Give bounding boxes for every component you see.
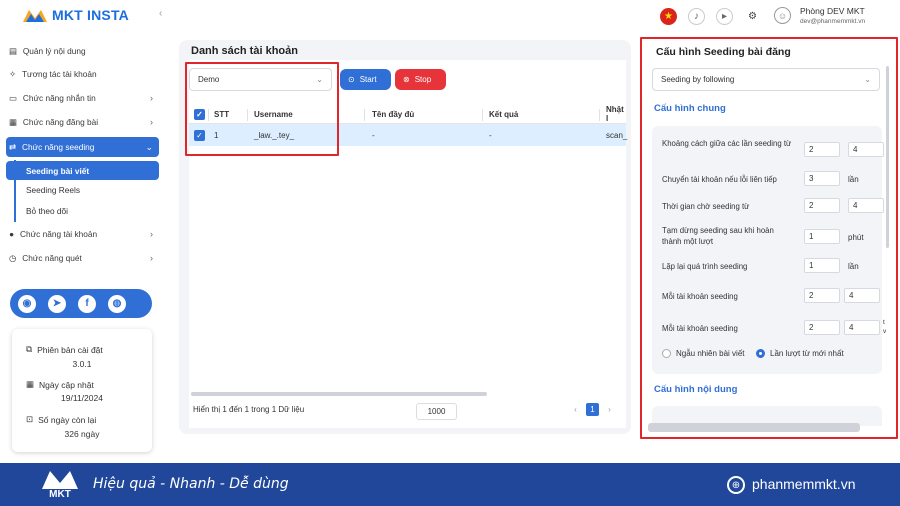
stop-label: Stop [414,75,432,84]
chevron-right-icon: › [150,229,153,239]
bell-icon[interactable]: ♪ [688,8,705,25]
sidebar-item-label: Chức năng tài khoản [20,229,98,239]
pagination-info: Hiển thị 1 đến 1 trong 1 Dữ liệu [193,405,305,414]
days-value: 326 ngày [64,429,100,439]
stop-circle-icon: ⊗ [403,75,410,84]
next-page-icon[interactable]: › [603,403,616,416]
telegram-icon[interactable]: ➤ [48,294,66,313]
days-icon: ⊡ [26,414,34,424]
chevron-right-icon: › [150,93,153,103]
prev-page-icon[interactable]: ‹ [569,403,582,416]
play-icon[interactable]: ▸ [716,8,733,25]
sidebar-item-label: Chức năng quét [22,253,82,263]
info-card: ⧉ Phiên bản cài đặt 3.0.1 ▦ Ngày cập nhậ… [12,329,152,452]
play-circle-icon: ⊙ [348,75,355,84]
app-logo-text: MKT INSTA [52,7,129,23]
mkt-banner-logo: MKT [40,467,80,503]
sidebar-item-messaging[interactable]: ▭ Chức năng nhắn tin › [9,89,159,107]
chevron-down-icon: ⌄ [145,141,153,152]
highlight-box-accounts [185,62,339,156]
start-label: Start [359,75,377,84]
sidebar-subitem-unfollow[interactable]: Bỏ theo dõi [26,203,68,219]
globe-icon: ⊕ [727,476,745,494]
banner-website: phanmemmkt.vn [752,476,856,492]
days-label: Số ngày còn lại [38,414,97,425]
banner-slogan: Hiệu quả - Nhanh - Dễ dùng [93,476,289,492]
calendar-icon: ▦ [9,117,17,127]
calendar-icon: ▦ [26,379,35,389]
user-icon: ● [9,229,15,239]
update-label: Ngày cập nhật [39,379,94,390]
row-log: scan_ [606,130,628,140]
book-icon: ▤ [9,46,17,56]
sidebar-item-label: Quản lý nội dung [22,46,86,56]
chat-support-icon[interactable]: ◉ [18,294,36,313]
sidebar: MKT INSTA ‹ ▤ Quản lý nội dung ✧ Tương t… [0,0,163,463]
table-horizontal-scrollbar[interactable] [191,392,487,396]
start-button[interactable]: ⊙ Start [340,69,391,90]
update-label-row: ▦ Ngày cập nhật [26,379,94,390]
version-value: 3.0.1 [72,359,92,369]
chat-icon: ▭ [9,93,17,103]
user-email: dev@phanmemmkt.vn [800,18,866,25]
page-button[interactable]: 1 [586,403,599,416]
pagination: ‹ 1 › [569,403,616,416]
avatar-icon[interactable]: ☺ [774,7,791,24]
sidebar-item-label: Tương tác tài khoản [21,69,97,79]
scan-icon: ◷ [9,253,17,263]
social-links: ◉ ➤ f ◍ [10,289,152,318]
mkt-logo-icon [42,471,78,489]
globe-icon[interactable]: ◍ [108,294,126,313]
col-log[interactable]: Nhật l [606,105,626,123]
mkt-logo-text: MKT [49,489,71,500]
sidebar-item-account[interactable]: ● Chức năng tài khoản › [9,225,159,243]
seeding-icon: ⇄ [9,142,16,152]
topbar-icons: ★ ♪ ▸ ⚙ [660,8,761,25]
sidebar-item-seeding[interactable]: ⇄ Chức năng seeding ⌄ [6,137,159,157]
version-label-row: ⧉ Phiên bản cài đặt [26,344,103,355]
app-logo: MKT INSTA [22,4,129,26]
chevron-right-icon: › [150,117,153,127]
sidebar-collapse-icon[interactable]: ‹ [159,8,162,19]
row-fullname: - [372,130,375,140]
chevron-right-icon: › [150,253,153,263]
sidebar-item-label: Chức năng seeding [21,142,95,152]
sidebar-item-label: Chức năng đăng bài [22,117,99,127]
col-result[interactable]: Kết quả [489,105,518,123]
gear-icon[interactable]: ⚙ [744,8,761,25]
user-name: Phòng DEV MKT [800,6,865,16]
vietnam-flag-icon[interactable]: ★ [660,8,677,25]
sidebar-item-posting[interactable]: ▦ Chức năng đăng bài › [9,113,159,131]
mkt-logo-icon [23,10,47,22]
page-size-select[interactable]: 1000 [416,403,457,420]
accounts-title: Danh sách tài khoản [191,45,298,57]
sidebar-subitem-seeding-reels[interactable]: Seeding Reels [26,182,80,198]
days-label-row: ⊡ Số ngày còn lại [26,414,96,425]
sidebar-item-scan[interactable]: ◷ Chức năng quét › [9,249,159,267]
sidebar-subitem-seeding-post[interactable]: Seeding bài viết [6,161,159,180]
col-fullname[interactable]: Tên đầy đủ [372,105,414,123]
sidebar-item-label: Chức năng nhắn tin [22,93,96,103]
sparkle-icon: ✧ [9,69,16,79]
sidebar-item-content[interactable]: ▤ Quản lý nội dung [9,42,159,60]
version-label: Phiên bản cài đặt [37,344,103,355]
sidebar-item-interact[interactable]: ✧ Tương tác tài khoản [9,65,159,83]
row-result: - [489,130,492,140]
facebook-icon[interactable]: f [78,294,96,313]
version-icon: ⧉ [26,344,33,354]
stop-button[interactable]: ⊗ Stop [395,69,446,90]
highlight-box-config [640,37,898,439]
update-value: 19/11/2024 [61,393,103,403]
